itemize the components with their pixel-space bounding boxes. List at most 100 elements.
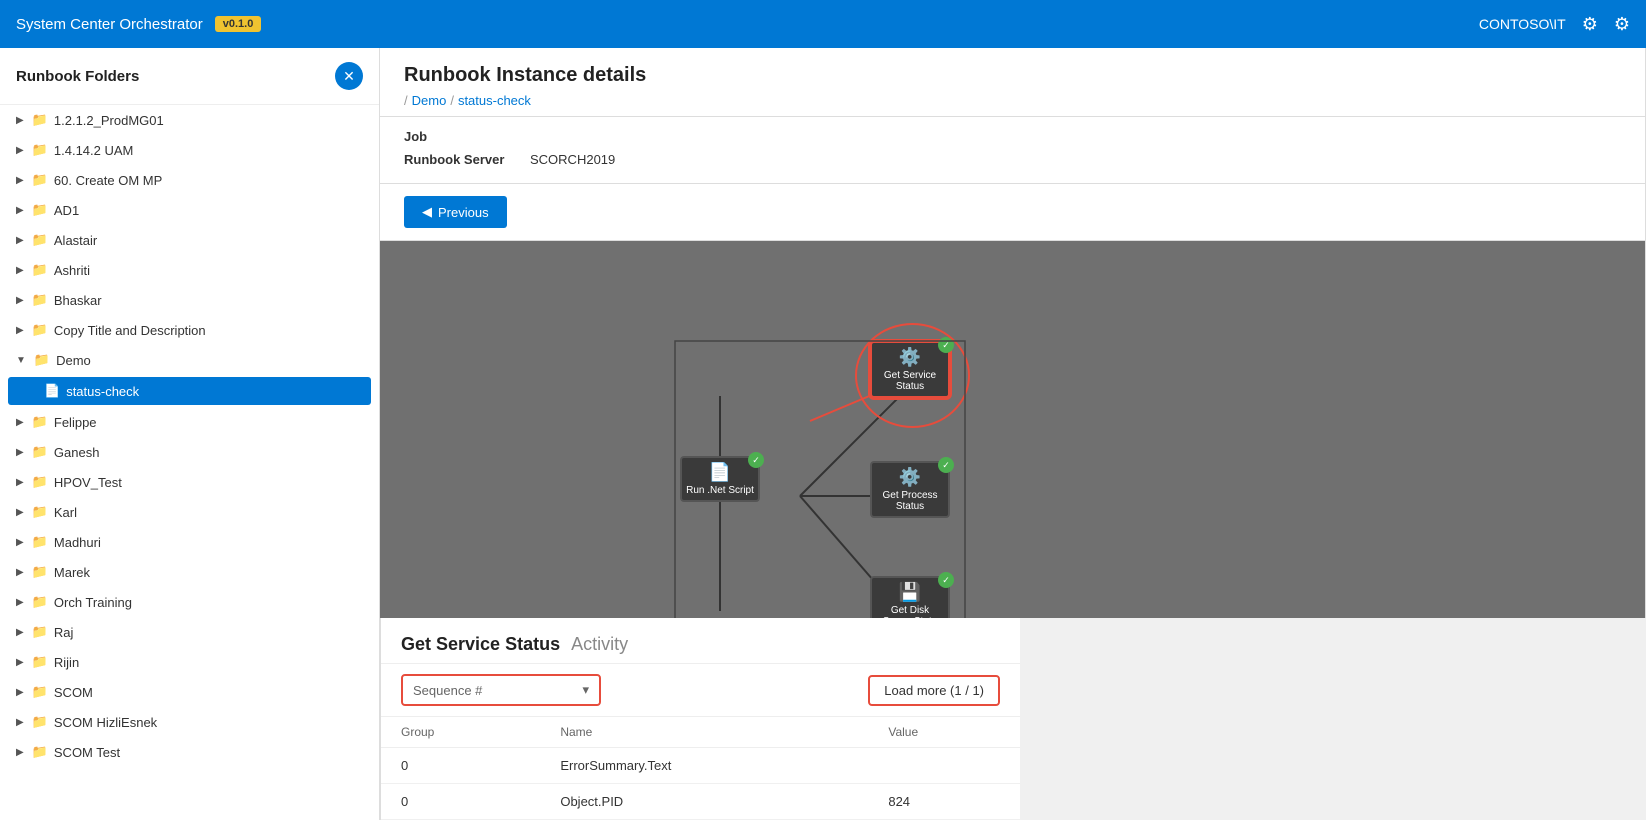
- sidebar-item-SCOMTest[interactable]: ▶ 📁 SCOM Test: [0, 737, 379, 767]
- folder-icon: 📁: [32, 262, 48, 278]
- sidebar-item-Ganesh[interactable]: ▶ 📁 Ganesh: [0, 437, 379, 467]
- table-header-row: Group Name Value: [381, 717, 1020, 748]
- get-process-status-label: Get Process Status: [876, 490, 944, 512]
- expand-arrow-icon: ▶: [16, 115, 24, 126]
- sidebar-item-label: 1.4.14.2 UAM: [54, 143, 134, 158]
- folder-icon: 📁: [32, 142, 48, 158]
- sidebar-subitem-status-check[interactable]: 📄 status-check: [8, 377, 371, 405]
- header-left: System Center Orchestrator v0.1.0: [16, 16, 261, 33]
- runbook-server-value: SCORCH2019: [530, 152, 615, 167]
- sidebar-item-Ashriti[interactable]: ▶ 📁 Ashriti: [0, 255, 379, 285]
- expand-arrow-icon: ▶: [16, 295, 24, 306]
- sidebar-item-label: Rijin: [54, 655, 79, 670]
- sidebar-item-Alastair[interactable]: ▶ 📁 Alastair: [0, 225, 379, 255]
- app-title: System Center Orchestrator: [16, 16, 203, 33]
- breadcrumb: / Demo / status-check: [404, 93, 1621, 108]
- sidebar-item-HPOV_Test[interactable]: ▶ 📁 HPOV_Test: [0, 467, 379, 497]
- settings-icon[interactable]: ⚙: [1582, 14, 1598, 35]
- sidebar-item-1414[interactable]: ▶ 📁 1.4.14.2 UAM: [0, 135, 379, 165]
- cell-value: 824: [868, 784, 1020, 820]
- file-icon: 📄: [44, 383, 60, 399]
- right-panel-subtitle: Activity: [571, 634, 628, 654]
- node-check-process-icon: ✓: [938, 457, 954, 473]
- sidebar-item-SCOMHizli[interactable]: ▶ 📁 SCOM HizliEsnek: [0, 707, 379, 737]
- expand-arrow-icon: ▶: [16, 627, 24, 638]
- expand-arrow-icon: ▶: [16, 597, 24, 608]
- expand-arrow-icon: ▶: [16, 265, 24, 276]
- sidebar-item-label: Madhuri: [54, 535, 101, 550]
- sidebar-close-button[interactable]: ✕: [335, 62, 363, 90]
- prev-button-label: Previous: [438, 205, 489, 220]
- sidebar-item-CopyTitle[interactable]: ▶ 📁 Copy Title and Description: [0, 315, 379, 345]
- sidebar-item-label: 1.2.1.2_ProdMG01: [54, 113, 164, 128]
- folder-icon: 📁: [32, 112, 48, 128]
- expand-arrow-icon: ▶: [16, 205, 24, 216]
- sidebar-header: Runbook Folders ✕: [0, 48, 379, 105]
- get-service-status-icon: ⚙️: [876, 347, 944, 368]
- sidebar-item-Raj[interactable]: ▶ 📁 Raj: [0, 617, 379, 647]
- expand-arrow-icon: ▶: [16, 325, 24, 336]
- expand-arrow-icon: ▶: [16, 175, 24, 186]
- folder-icon: 📁: [32, 534, 48, 550]
- sidebar-item-label: Marek: [54, 565, 90, 580]
- cell-group: 0: [381, 748, 540, 784]
- folder-icon: 📁: [32, 564, 48, 580]
- folder-icon: 📁: [32, 414, 48, 430]
- table-row: 0 ErrorSummary.Text: [381, 748, 1020, 784]
- workflow-canvas: ✓ 📄 Run .Net Script ✓ ⚙️ Get Service Sta…: [380, 241, 1645, 618]
- breadcrumb-demo[interactable]: Demo: [412, 93, 447, 108]
- expand-arrow-icon: ▶: [16, 417, 24, 428]
- sidebar-item-1212[interactable]: ▶ 📁 1.2.1.2_ProdMG01: [0, 105, 379, 135]
- folder-icon: 📁: [32, 684, 48, 700]
- sidebar-item-Felippe[interactable]: ▶ 📁 Felippe: [0, 407, 379, 437]
- get-service-status-node[interactable]: ✓ ⚙️ Get Service Status: [870, 341, 950, 398]
- get-process-status-node[interactable]: ✓ ⚙️ Get Process Status: [870, 461, 950, 518]
- sidebar-item-Karl[interactable]: ▶ 📁 Karl: [0, 497, 379, 527]
- sidebar-item-60[interactable]: ▶ 📁 60. Create OM MP: [0, 165, 379, 195]
- expand-arrow-icon: ▶: [16, 447, 24, 458]
- sidebar-item-label: AD1: [54, 203, 79, 218]
- gear-icon[interactable]: ⚙: [1614, 14, 1630, 35]
- user-label: CONTOSO\IT: [1479, 16, 1566, 32]
- prev-arrow-icon: ◀: [422, 204, 432, 220]
- folder-icon: 📁: [34, 352, 50, 368]
- content-area: Runbook Instance details / Demo / status…: [380, 48, 1646, 820]
- expand-arrow-icon: ▶: [16, 507, 24, 518]
- detail-title: Runbook Instance details: [404, 64, 1621, 87]
- folder-icon: 📁: [32, 504, 48, 520]
- right-panel-title-strong: Get Service Status: [401, 634, 560, 654]
- main-layout: Runbook Folders ✕ ▶ 📁 1.2.1.2_ProdMG01 ▶…: [0, 48, 1646, 820]
- get-disk-space-node[interactable]: ✓ 💾 Get Disk Space Statu: [870, 576, 950, 618]
- expand-arrow-icon: ▶: [16, 657, 24, 668]
- sidebar-item-label: Bhaskar: [54, 293, 102, 308]
- sidebar-item-Madhuri[interactable]: ▶ 📁 Madhuri: [0, 527, 379, 557]
- sidebar-item-Demo[interactable]: ▼ 📁 Demo: [0, 345, 379, 375]
- node-check-icon: ✓: [748, 452, 764, 468]
- folder-icon: 📁: [32, 474, 48, 490]
- sidebar-item-label: Copy Title and Description: [54, 323, 206, 338]
- sidebar-item-Rijin[interactable]: ▶ 📁 Rijin: [0, 647, 379, 677]
- sidebar-item-Bhaskar[interactable]: ▶ 📁 Bhaskar: [0, 285, 379, 315]
- sidebar-item-OrchTraining[interactable]: ▶ 📁 Orch Training: [0, 587, 379, 617]
- expand-arrow-icon: ▶: [16, 235, 24, 246]
- sequence-dropdown[interactable]: Sequence # ▾: [401, 674, 601, 706]
- breadcrumb-status-check[interactable]: status-check: [458, 93, 531, 108]
- runbook-server-label: Runbook Server: [404, 152, 514, 167]
- col-group: Group: [381, 717, 540, 748]
- folder-icon: 📁: [32, 202, 48, 218]
- sidebar-item-Marek[interactable]: ▶ 📁 Marek: [0, 557, 379, 587]
- previous-button[interactable]: ◀ Previous: [404, 196, 507, 228]
- cell-name: Object.PID: [540, 784, 868, 820]
- sidebar-item-AD1[interactable]: ▶ 📁 AD1: [0, 195, 379, 225]
- expand-arrow-icon: ▼: [16, 355, 26, 366]
- sidebar-item-label: Felippe: [54, 415, 97, 430]
- folder-icon: 📁: [32, 322, 48, 338]
- top-header: System Center Orchestrator v0.1.0 CONTOS…: [0, 0, 1646, 48]
- load-more-button[interactable]: Load more (1 / 1): [868, 675, 1000, 706]
- folder-icon: 📁: [32, 232, 48, 248]
- folder-icon: 📁: [32, 654, 48, 670]
- sidebar-subitem-label: status-check: [66, 384, 139, 399]
- sidebar-item-SCOM[interactable]: ▶ 📁 SCOM: [0, 677, 379, 707]
- folder-icon: 📁: [32, 594, 48, 610]
- run-net-script-node[interactable]: ✓ 📄 Run .Net Script: [680, 456, 760, 502]
